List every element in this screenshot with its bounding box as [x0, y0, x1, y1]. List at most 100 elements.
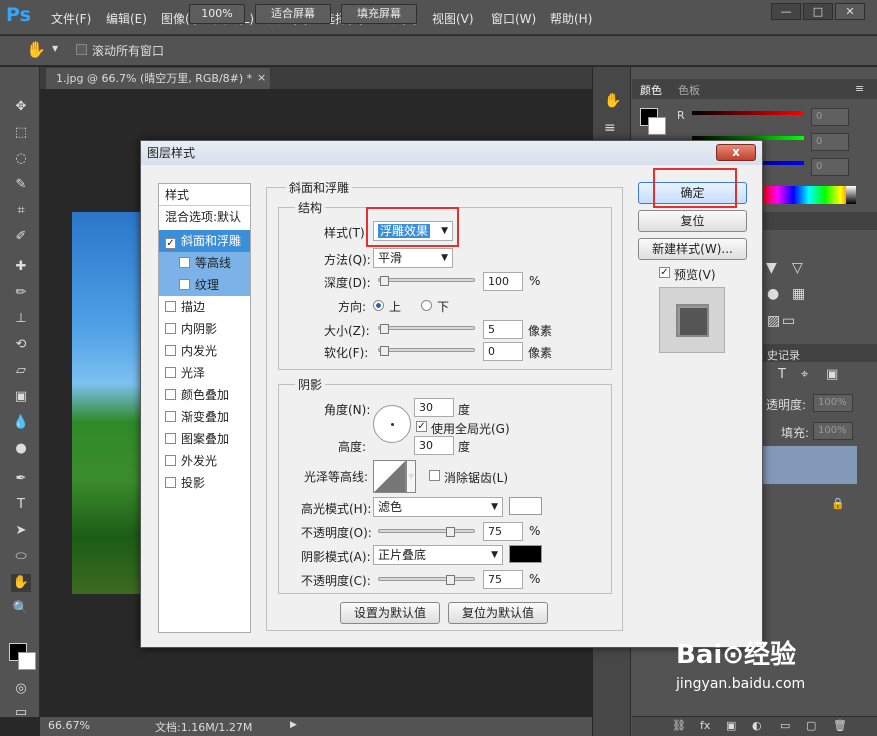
blend-options-item[interactable]: 混合选项:默认 [159, 206, 250, 228]
pattern-overlay-checkbox[interactable] [165, 433, 176, 444]
bw-ramp[interactable] [846, 186, 856, 204]
texture-checkbox[interactable] [179, 279, 190, 290]
menu-help[interactable]: 帮助(H) [550, 10, 592, 27]
shadow-opacity-thumb[interactable] [446, 575, 455, 585]
layer-smart-filter-icon[interactable]: ▣ [826, 367, 838, 382]
contour-checkbox[interactable] [179, 257, 190, 268]
inner-glow-checkbox[interactable] [165, 345, 176, 356]
stroke-checkbox[interactable] [165, 301, 176, 312]
gradient-tool-icon[interactable]: ▣ [11, 388, 31, 406]
size-slider[interactable] [378, 326, 475, 330]
chevron-down-icon[interactable]: ▼ [406, 460, 416, 493]
adjust-vibrance-icon[interactable]: ▽ [792, 260, 803, 276]
size-slider-thumb[interactable] [380, 324, 389, 334]
adjust-triangle-icon[interactable]: ▼ [766, 260, 777, 276]
style-item-inner-shadow[interactable]: 内阴影 [159, 318, 250, 340]
opacity-input[interactable]: 100% [813, 394, 853, 412]
antialias-checkbox[interactable] [429, 470, 440, 481]
zoom-100-button[interactable]: 100% [189, 4, 245, 24]
reset-default-button[interactable]: 复位为默认值 [448, 602, 548, 624]
screen-mode-icon[interactable]: ▭ [11, 704, 31, 722]
move-tool-icon[interactable]: ✥ [11, 98, 31, 116]
brush-presets-icon[interactable]: ≡ [604, 120, 616, 136]
depth-slider[interactable] [378, 278, 475, 282]
style-item-contour[interactable]: 等高线 [159, 252, 250, 274]
minimize-button[interactable]: — [771, 3, 801, 20]
reset-button[interactable]: 复位 [638, 210, 747, 232]
adjustment-layer-icon[interactable]: ◐ [752, 719, 762, 732]
highlight-mode-select[interactable]: 滤色 ▼ [373, 497, 503, 517]
direction-down-radio[interactable] [421, 300, 432, 311]
depth-input[interactable]: 100 [483, 272, 523, 291]
style-item-color-overlay[interactable]: 颜色叠加 [159, 384, 250, 406]
soften-slider-thumb[interactable] [380, 346, 389, 356]
outer-glow-checkbox[interactable] [165, 455, 176, 466]
type-tool-icon[interactable]: T [11, 496, 31, 514]
quick-mask-icon[interactable]: ◎ [11, 680, 31, 698]
method-select[interactable]: 平滑 ▼ [373, 248, 453, 268]
style-item-drop-shadow[interactable]: 投影 [159, 472, 250, 494]
red-value[interactable]: 0 [811, 108, 849, 126]
marquee-tool-icon[interactable]: ⬚ [11, 124, 31, 142]
shadow-opacity-slider[interactable] [378, 577, 475, 581]
make-default-button[interactable]: 设置为默认值 [340, 602, 440, 624]
pen-tool-icon[interactable]: ✒ [11, 470, 31, 488]
zoom-tool-icon[interactable]: 🔍 [11, 600, 31, 618]
chevron-down-icon[interactable]: ▼ [52, 44, 58, 53]
satin-checkbox[interactable] [165, 367, 176, 378]
red-slider[interactable] [692, 111, 804, 115]
soften-slider[interactable] [378, 348, 475, 352]
layer-shape-filter-icon[interactable]: ⌖ [801, 367, 808, 382]
style-item-pattern-overlay[interactable]: 图案叠加 [159, 428, 250, 450]
bevel-checkbox[interactable]: ✓ [165, 238, 176, 249]
highlight-color-swatch[interactable] [509, 497, 542, 515]
color-bg-swatch[interactable] [648, 117, 666, 135]
eyedropper-icon[interactable]: ✐ [11, 228, 31, 246]
shadow-mode-select[interactable]: 正片叠底 ▼ [373, 545, 503, 565]
fill-screen-button[interactable]: 填充屏幕 [341, 4, 417, 24]
gloss-contour-picker[interactable] [373, 460, 406, 493]
lasso-tool-icon[interactable]: ◌ [11, 150, 31, 168]
maximize-button[interactable]: □ [803, 3, 833, 20]
direction-up-radio[interactable] [373, 300, 384, 311]
dodge-tool-icon[interactable]: ● [11, 440, 31, 458]
style-item-inner-glow[interactable]: 内发光 [159, 340, 250, 362]
highlight-opacity-input[interactable]: 75 [483, 522, 523, 541]
style-item-stroke[interactable]: 描边 [159, 296, 250, 318]
angle-dial[interactable] [373, 405, 411, 443]
hand-tool-icon[interactable]: ✋ [11, 574, 31, 592]
gradient-overlay-checkbox[interactable] [165, 411, 176, 422]
preview-checkbox[interactable]: ✓ [659, 267, 670, 278]
menu-file[interactable]: 文件(F) [51, 10, 91, 27]
fill-input[interactable]: 100% [813, 422, 853, 440]
menu-view[interactable]: 视图(V) [432, 10, 474, 27]
menu-edit[interactable]: 编辑(E) [106, 10, 147, 27]
background-color-swatch[interactable] [18, 652, 36, 670]
altitude-input[interactable]: 30 [414, 436, 454, 455]
layer-row-selected[interactable] [763, 446, 857, 484]
highlight-opacity-slider[interactable] [378, 529, 475, 533]
healing-brush-icon[interactable]: ✚ [11, 258, 31, 276]
menu-window[interactable]: 窗口(W) [491, 10, 536, 27]
history-brush-icon[interactable]: ⟲ [11, 336, 31, 354]
crop-tool-icon[interactable]: ⌗ [11, 202, 31, 220]
shadow-color-swatch[interactable] [509, 545, 542, 563]
adjust-mixer-icon[interactable]: ● [767, 286, 779, 302]
ellipse-tool-icon[interactable]: ⬭ [11, 548, 31, 566]
adjust-threshold-icon[interactable]: ▨ [767, 313, 780, 329]
tab-color[interactable]: 颜色 [640, 82, 662, 98]
brush-tool-icon[interactable]: ✏ [11, 284, 31, 302]
style-item-satin[interactable]: 光泽 [159, 362, 250, 384]
layer-type-filter-icon[interactable]: T [778, 367, 786, 382]
new-layer-icon[interactable]: ▢ [806, 719, 816, 732]
status-arrow-icon[interactable]: ▶ [290, 720, 297, 730]
tab-close-icon[interactable]: × [257, 71, 266, 84]
green-value[interactable]: 0 [811, 133, 849, 151]
angle-input[interactable]: 30 [414, 398, 454, 417]
highlight-opacity-thumb[interactable] [446, 527, 455, 537]
add-mask-icon[interactable]: ▣ [726, 719, 736, 732]
dialog-close-button[interactable]: x [716, 144, 756, 161]
stamp-tool-icon[interactable]: ⊥ [11, 310, 31, 328]
style-item-outer-glow[interactable]: 外发光 [159, 450, 250, 472]
close-window-button[interactable]: ✕ [835, 3, 865, 20]
